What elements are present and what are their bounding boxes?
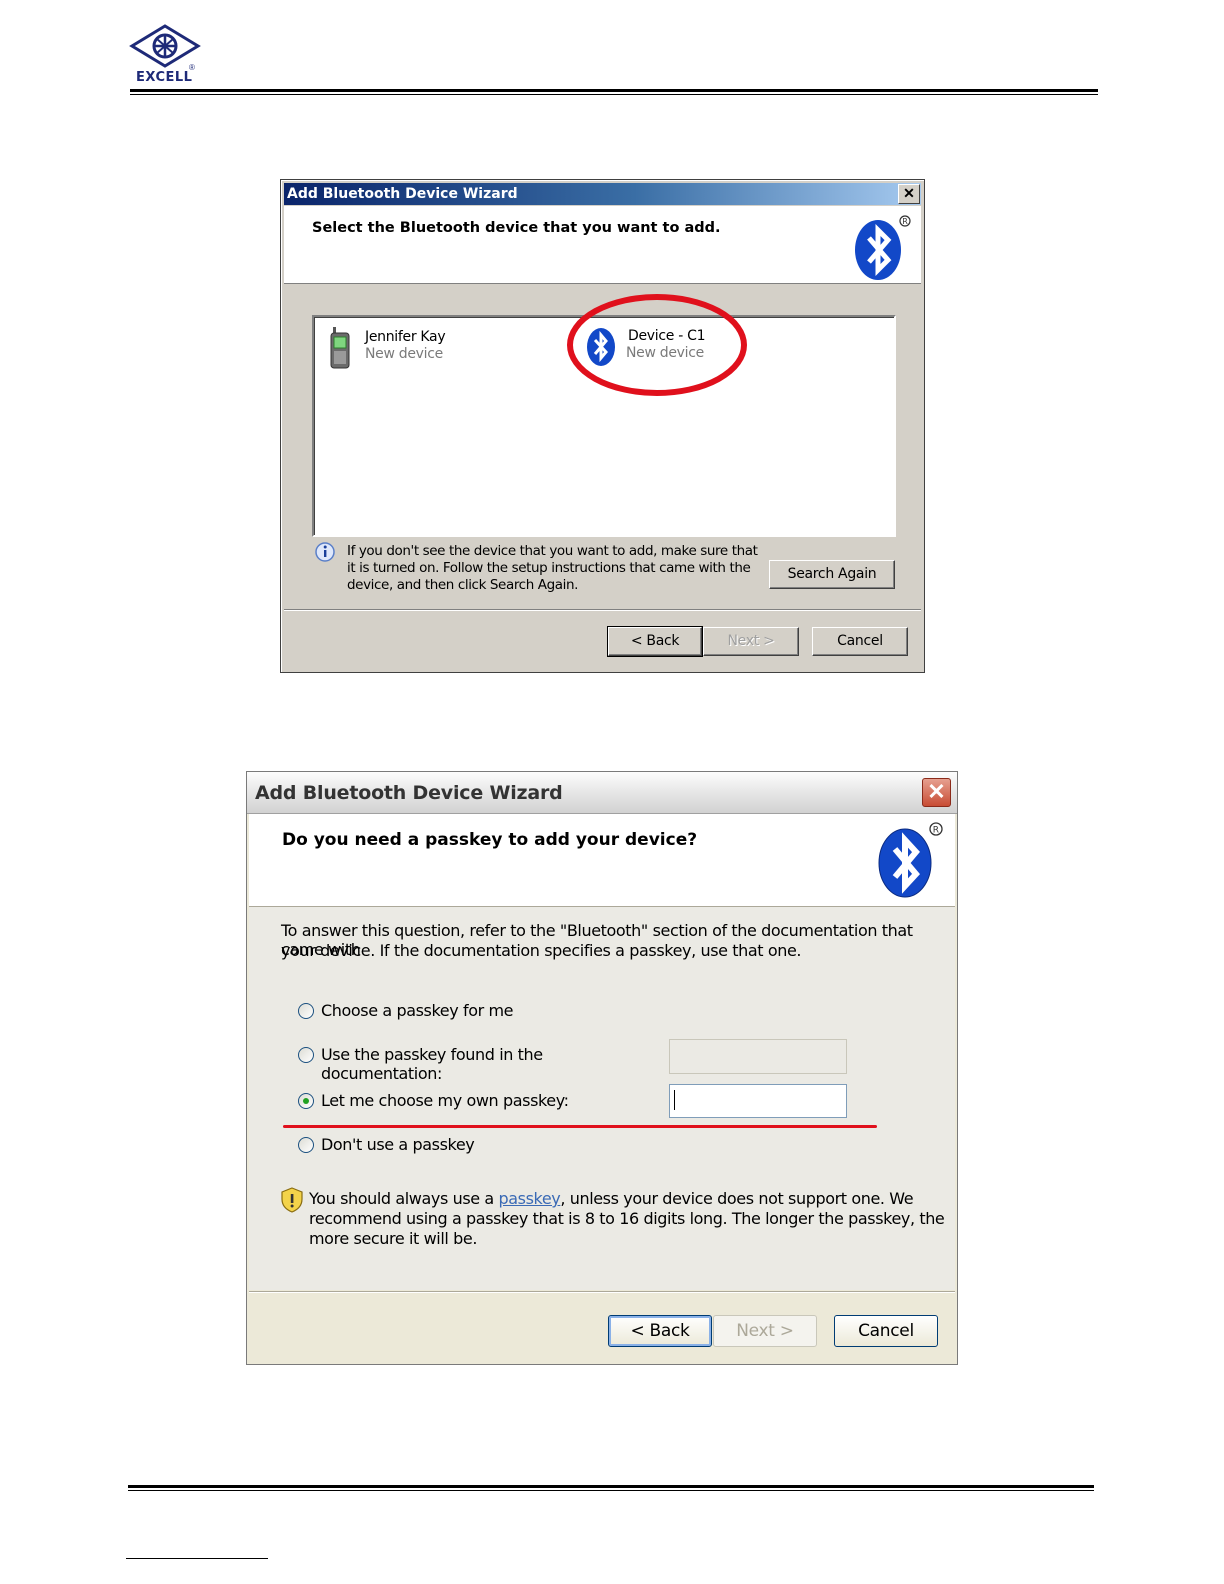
security-warning-line2: recommend using a passkey that is 8 to 1… — [309, 1209, 945, 1228]
text-cursor — [674, 1090, 675, 1110]
info-text: If you don't see the device that you wan… — [347, 543, 758, 593]
close-button[interactable]: ✕ — [898, 184, 920, 204]
intro-text-line2: your device. If the documentation specif… — [281, 941, 802, 960]
option-choose-own-passkey[interactable]: Let me choose my own passkey: — [298, 1091, 598, 1113]
device-name: Jennifer Kay — [365, 329, 446, 345]
radio-button-selected[interactable] — [298, 1093, 314, 1109]
device-status: New device — [365, 346, 443, 362]
option-label: Let me choose my own passkey: — [321, 1091, 569, 1110]
option-label: Use the passkey found in the documentati… — [321, 1045, 543, 1083]
back-button[interactable]: < Back — [607, 626, 703, 657]
cancel-button[interactable]: Cancel — [834, 1315, 938, 1347]
logo-text: EXCELL — [136, 70, 193, 85]
radio-button[interactable] — [298, 1003, 314, 1019]
close-button[interactable]: ✕ — [922, 778, 951, 807]
device-item-jennifer-kay[interactable]: Jennifer Kay New device — [329, 327, 579, 371]
documented-passkey-field[interactable] — [669, 1039, 847, 1074]
security-warning-line3: more secure it will be. — [309, 1229, 478, 1248]
button-separator — [249, 1291, 955, 1292]
wizard-header: Do you need a passkey to add your device… — [249, 814, 955, 907]
option-use-documented-passkey[interactable]: Use the passkey found in the documentati… — [298, 1045, 658, 1083]
header-rule — [130, 89, 1098, 92]
button-separator — [284, 609, 921, 610]
footer-rule — [128, 1485, 1094, 1488]
search-again-button[interactable]: Search Again — [769, 560, 895, 589]
svg-text:R: R — [933, 826, 939, 836]
passkey-link[interactable]: passkey — [499, 1189, 561, 1208]
option-no-passkey[interactable]: Don't use a passkey — [298, 1135, 518, 1157]
highlight-circle — [567, 294, 747, 396]
security-shield-icon — [281, 1187, 303, 1213]
footer-rule-thin — [128, 1490, 1094, 1491]
title-bar[interactable]: Add Bluetooth Device Wizard — [284, 183, 921, 205]
logo-registered-mark: ® — [189, 63, 195, 72]
highlight-underline — [283, 1125, 877, 1128]
radio-button[interactable] — [298, 1047, 314, 1063]
info-icon — [315, 542, 335, 562]
next-button[interactable]: Next > — [703, 627, 799, 656]
svg-text:R: R — [902, 217, 908, 226]
option-label: Don't use a passkey — [321, 1135, 475, 1154]
bluetooth-logo-icon: R — [878, 822, 943, 898]
cancel-button[interactable]: Cancel — [812, 627, 908, 656]
radio-button[interactable] — [298, 1137, 314, 1153]
bluetooth-logo-icon: R — [855, 215, 911, 280]
phone-icon — [330, 327, 350, 369]
wizard-header: Select the Bluetooth device that you wan… — [284, 206, 921, 284]
wizard-heading: Select the Bluetooth device that you wan… — [312, 220, 721, 236]
dialog-title: Add Bluetooth Device Wizard — [255, 782, 563, 804]
option-label: Choose a passkey for me — [321, 1001, 514, 1020]
dialog-title: Add Bluetooth Device Wizard — [287, 186, 518, 202]
wizard-body: To answer this question, refer to the "B… — [249, 907, 955, 1290]
security-warning-line1: You should always use a passkey, unless … — [309, 1189, 914, 1208]
footnote-rule — [126, 1558, 268, 1559]
back-button[interactable]: < Back — [608, 1315, 712, 1347]
title-bar[interactable]: Add Bluetooth Device Wizard — [247, 772, 957, 814]
wizard-heading: Do you need a passkey to add your device… — [282, 830, 698, 850]
next-button[interactable]: Next > — [713, 1315, 817, 1347]
option-choose-passkey-for-me[interactable]: Choose a passkey for me — [298, 1001, 558, 1023]
own-passkey-input[interactable] — [669, 1084, 847, 1118]
header-rule-thin — [130, 94, 1098, 95]
add-device-dialog-select: Add Bluetooth Device Wizard ✕ Select the… — [280, 179, 925, 673]
add-device-dialog-passkey: Add Bluetooth Device Wizard ✕ Do you nee… — [246, 771, 958, 1365]
